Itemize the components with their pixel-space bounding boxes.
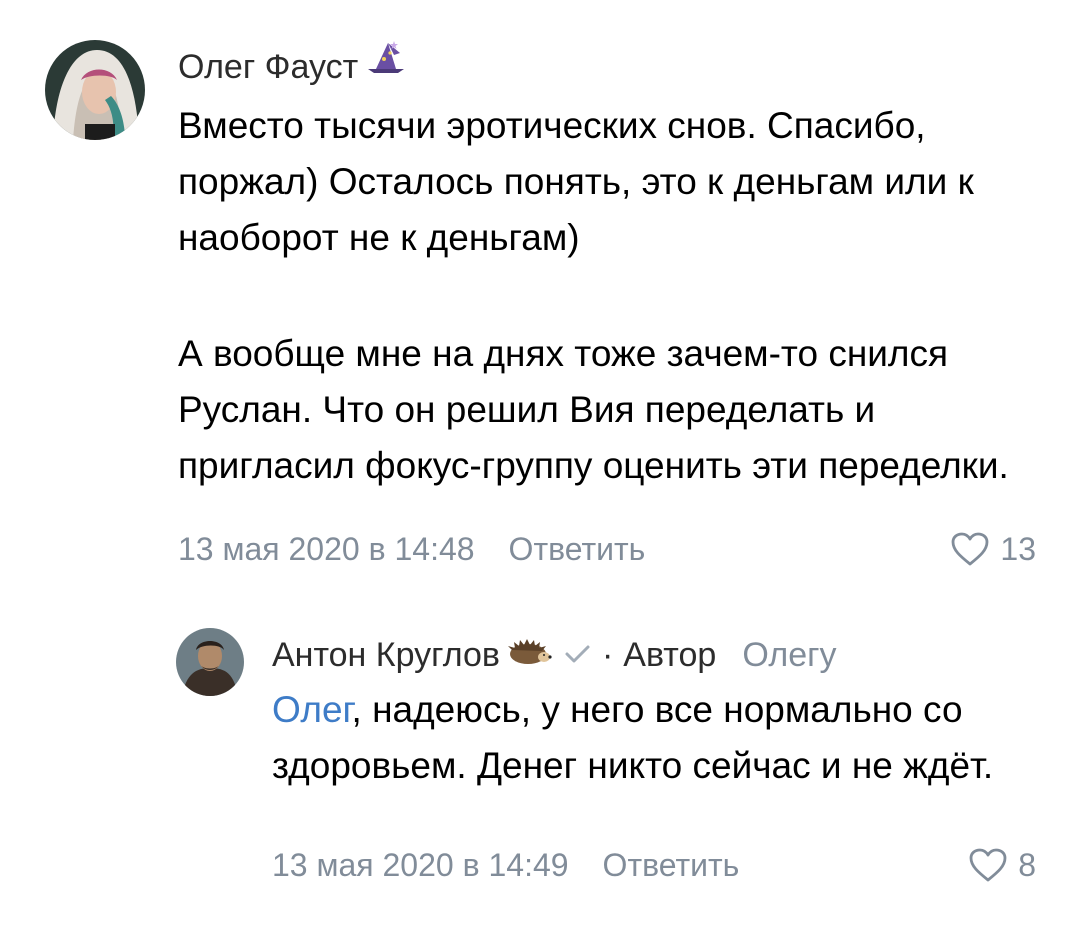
comment-text-paragraph: А вообще мне на днях тоже зачем-то снилс… — [178, 333, 1009, 486]
hedgehog-emoji-icon — [506, 628, 552, 682]
comment-text: Олег, надеюсь, у него все нормально со з… — [272, 682, 1040, 794]
comment-meta: 13 мая 2020 в 14:49 Ответить 8 — [272, 843, 1036, 887]
author-name[interactable]: Олег Фауст — [178, 40, 358, 94]
reply-button[interactable]: Ответить — [603, 847, 740, 884]
author-line: Антон Круглов · Автор Олегу — [272, 628, 1040, 682]
wizard-hat-emoji-icon — [364, 39, 408, 95]
like-count: 8 — [1018, 846, 1036, 883]
comment-meta: 13 мая 2020 в 14:48 Ответить 13 — [178, 527, 1036, 571]
check-icon — [562, 628, 592, 682]
avatar[interactable] — [45, 40, 145, 140]
reply-to-link[interactable]: Олегу — [742, 628, 836, 682]
heart-icon — [952, 532, 989, 566]
author-line: Олег Фауст — [178, 40, 1040, 94]
like-button[interactable]: 13 — [950, 531, 1036, 568]
heart-icon — [969, 848, 1007, 882]
avatar[interactable] — [176, 628, 244, 696]
comment-text-paragraph: Вместо тысячи эротических снов. Спасибо,… — [178, 105, 974, 258]
comment-date[interactable]: 13 мая 2020 в 14:48 — [178, 531, 475, 568]
reply-button[interactable]: Ответить — [509, 531, 646, 568]
mention-link[interactable]: Олег — [272, 689, 352, 730]
like-button[interactable]: 8 — [968, 847, 1036, 884]
separator-dot: · — [601, 636, 614, 674]
comment-body: Олег Фауст Вместо тысячи эротических сно… — [178, 40, 1040, 494]
comment-body: Антон Круглов · Автор Олегу Олег, надеюс… — [272, 628, 1040, 794]
comment-text-body: , надеюсь, у него все нормально со здоро… — [272, 689, 994, 786]
author-badge: Автор — [623, 636, 717, 674]
author-name[interactable]: Антон Круглов — [272, 628, 500, 682]
comment-date[interactable]: 13 мая 2020 в 14:49 — [272, 847, 569, 884]
like-count: 13 — [1000, 530, 1036, 567]
